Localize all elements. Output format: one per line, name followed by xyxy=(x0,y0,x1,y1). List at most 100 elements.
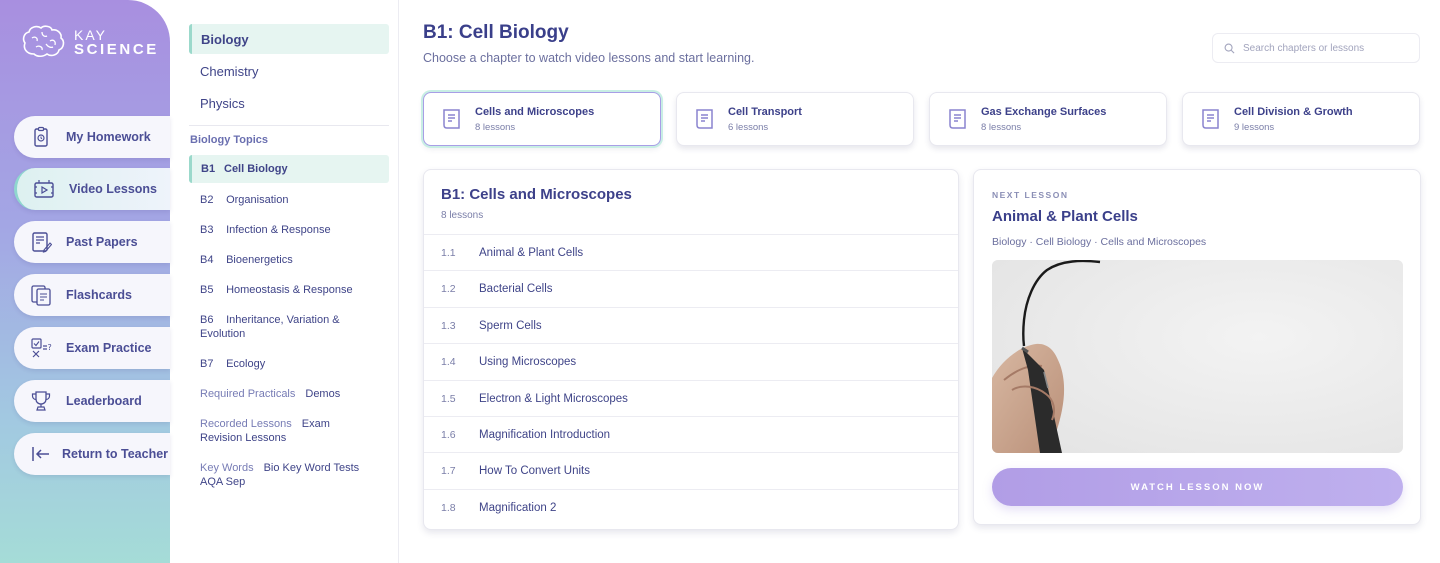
topic-b2[interactable]: B2 Organisation xyxy=(189,193,389,207)
next-lesson-label: NEXT LESSON xyxy=(992,190,1069,200)
nav-video-lessons[interactable]: Video Lessons xyxy=(14,168,170,210)
next-lesson-card: NEXT LESSON Animal & Plant Cells Biology… xyxy=(973,169,1421,525)
chapter-card[interactable]: Cells and Microscopes 8 lessons xyxy=(423,92,661,146)
lesson-number: 1.3 xyxy=(441,319,456,332)
link-prefix: Key Words xyxy=(200,462,254,474)
trophy-icon xyxy=(31,391,51,411)
topic-b3[interactable]: B3 Infection & Response xyxy=(189,223,389,237)
subject-panel: Biology Chemistry Physics Biology Topics… xyxy=(170,0,399,563)
topic-label: Inheritance, Variation & Evolution xyxy=(200,314,340,340)
nav-label: Flashcards xyxy=(66,288,133,302)
link-label: Demos xyxy=(305,388,341,400)
topic-b1[interactable]: B1 Cell Biology xyxy=(189,155,389,183)
brand-line2: SCIENCE xyxy=(74,40,159,58)
lesson-number: 1.8 xyxy=(441,501,456,514)
lesson-row[interactable]: 1.3 Sperm Cells xyxy=(424,307,958,343)
topic-code: B6 xyxy=(200,314,214,326)
lesson-title: Using Microscopes xyxy=(479,355,577,368)
link-required-practicals[interactable]: Required Practicals Demos xyxy=(189,387,389,401)
lesson-row[interactable]: 1.5 Electron & Light Microscopes xyxy=(424,380,958,416)
topics-title: Biology Topics xyxy=(190,134,269,146)
video-thumbnail[interactable] xyxy=(992,260,1403,453)
watch-lesson-button[interactable]: WATCH LESSON NOW xyxy=(992,468,1403,506)
nav-label: Video Lessons xyxy=(69,182,157,196)
lesson-row[interactable]: 1.8 Magnification 2 xyxy=(424,489,958,525)
topic-label: Organisation xyxy=(226,194,289,206)
nav-my-homework[interactable]: My Homework xyxy=(14,116,170,158)
chapter-count: 8 lessons xyxy=(981,121,1022,133)
video-frame xyxy=(992,260,1403,453)
topic-label: Infection & Response xyxy=(226,224,331,236)
divider xyxy=(189,125,389,126)
nav-label: Leaderboard xyxy=(66,394,142,408)
lesson-row[interactable]: 1.7 How To Convert Units xyxy=(424,452,958,488)
nav-label: Return to Teacher xyxy=(62,447,169,461)
lesson-title: Bacterial Cells xyxy=(479,282,553,295)
topic-b4[interactable]: B4 Bioenergetics xyxy=(189,253,389,267)
topic-label: Bioenergetics xyxy=(226,254,293,266)
lesson-row[interactable]: 1.4 Using Microscopes xyxy=(424,343,958,379)
lesson-number: 1.4 xyxy=(441,355,456,368)
nav-leaderboard[interactable]: Leaderboard xyxy=(14,380,170,422)
link-prefix: Required Practicals xyxy=(200,388,296,400)
nav-past-papers[interactable]: Past Papers xyxy=(14,221,170,263)
subject-physics[interactable]: Physics xyxy=(189,88,389,118)
chapter-title: Cell Division & Growth xyxy=(1234,105,1353,118)
topic-b5[interactable]: B5 Homeostasis & Response xyxy=(189,283,389,297)
lesson-list-count: 8 lessons xyxy=(441,210,484,221)
brand-line1: KAY xyxy=(74,26,107,43)
flashcards-icon xyxy=(31,285,51,306)
lesson-row[interactable]: 1.2 Bacterial Cells xyxy=(424,270,958,306)
lesson-title: How To Convert Units xyxy=(479,464,590,477)
nav-exam-practice[interactable]: ? Exam Practice xyxy=(14,327,170,369)
subject-chemistry[interactable]: Chemistry xyxy=(189,56,389,86)
return-arrow-icon xyxy=(32,447,49,461)
topic-b6[interactable]: B6 Inheritance, Variation & Evolution xyxy=(189,313,369,341)
homework-icon xyxy=(34,126,48,147)
chapter-card[interactable]: Cell Division & Growth 9 lessons xyxy=(1182,92,1420,146)
chapter-title: Cell Transport xyxy=(728,105,802,118)
topic-code: B1 xyxy=(201,163,216,175)
topic-code: B2 xyxy=(200,194,214,206)
topic-label: Homeostasis & Response xyxy=(226,284,353,296)
next-lesson-title: Animal & Plant Cells xyxy=(992,208,1138,225)
chapter-count: 9 lessons xyxy=(1234,121,1275,133)
link-key-words[interactable]: Key Words Bio Key Word Tests AQA Sep xyxy=(189,461,379,489)
lesson-row[interactable]: 1.1 Animal & Plant Cells xyxy=(424,234,958,270)
link-recorded-lessons[interactable]: Recorded Lessons Exam Revision Lessons xyxy=(189,417,369,445)
topic-code: B5 xyxy=(200,284,214,296)
lesson-title: Electron & Light Microscopes xyxy=(479,392,628,405)
search-input[interactable] xyxy=(1243,42,1413,54)
app-sidebar: KAY SCIENCE My Homework Video Lessons Pa… xyxy=(0,0,170,563)
nav-flashcards[interactable]: Flashcards xyxy=(14,274,170,316)
lesson-number: 1.5 xyxy=(441,392,456,405)
search-box[interactable] xyxy=(1212,33,1420,63)
brand-logo[interactable]: KAY SCIENCE xyxy=(20,24,159,60)
chapter-card[interactable]: Gas Exchange Surfaces 8 lessons xyxy=(929,92,1167,146)
lesson-list-panel: B1: Cells and Microscopes 8 lessons 1.1 A… xyxy=(423,169,959,530)
page-title: B1: Cell Biology xyxy=(423,22,569,43)
chapter-card[interactable]: Cell Transport 6 lessons xyxy=(676,92,914,146)
lesson-number: 1.6 xyxy=(441,428,456,441)
nav-label: Past Papers xyxy=(66,235,138,249)
book-icon xyxy=(443,109,460,129)
svg-text:?: ? xyxy=(48,343,52,352)
lesson-title: Magnification Introduction xyxy=(479,428,611,441)
nav-label: Exam Practice xyxy=(66,341,152,355)
lesson-row[interactable]: 1.6 Magnification Introduction xyxy=(424,416,958,452)
lesson-title: Magnification 2 xyxy=(479,501,557,514)
topic-code: B3 xyxy=(200,224,214,236)
chapter-count: 6 lessons xyxy=(728,121,769,133)
exam-practice-icon: ? xyxy=(31,338,52,358)
chapter-count: 8 lessons xyxy=(475,121,516,133)
chapter-title: Cells and Microscopes xyxy=(475,105,595,118)
subject-biology[interactable]: Biology xyxy=(189,24,389,54)
nav-label: My Homework xyxy=(66,130,151,144)
topic-code: B7 xyxy=(200,358,214,370)
lesson-title: Animal & Plant Cells xyxy=(479,246,584,259)
book-icon xyxy=(696,109,713,129)
lesson-title: Sperm Cells xyxy=(479,319,542,332)
topic-label: Ecology xyxy=(226,358,266,370)
topic-b7[interactable]: B7 Ecology xyxy=(189,357,389,371)
nav-return-to-teacher[interactable]: Return to Teacher xyxy=(14,433,170,475)
